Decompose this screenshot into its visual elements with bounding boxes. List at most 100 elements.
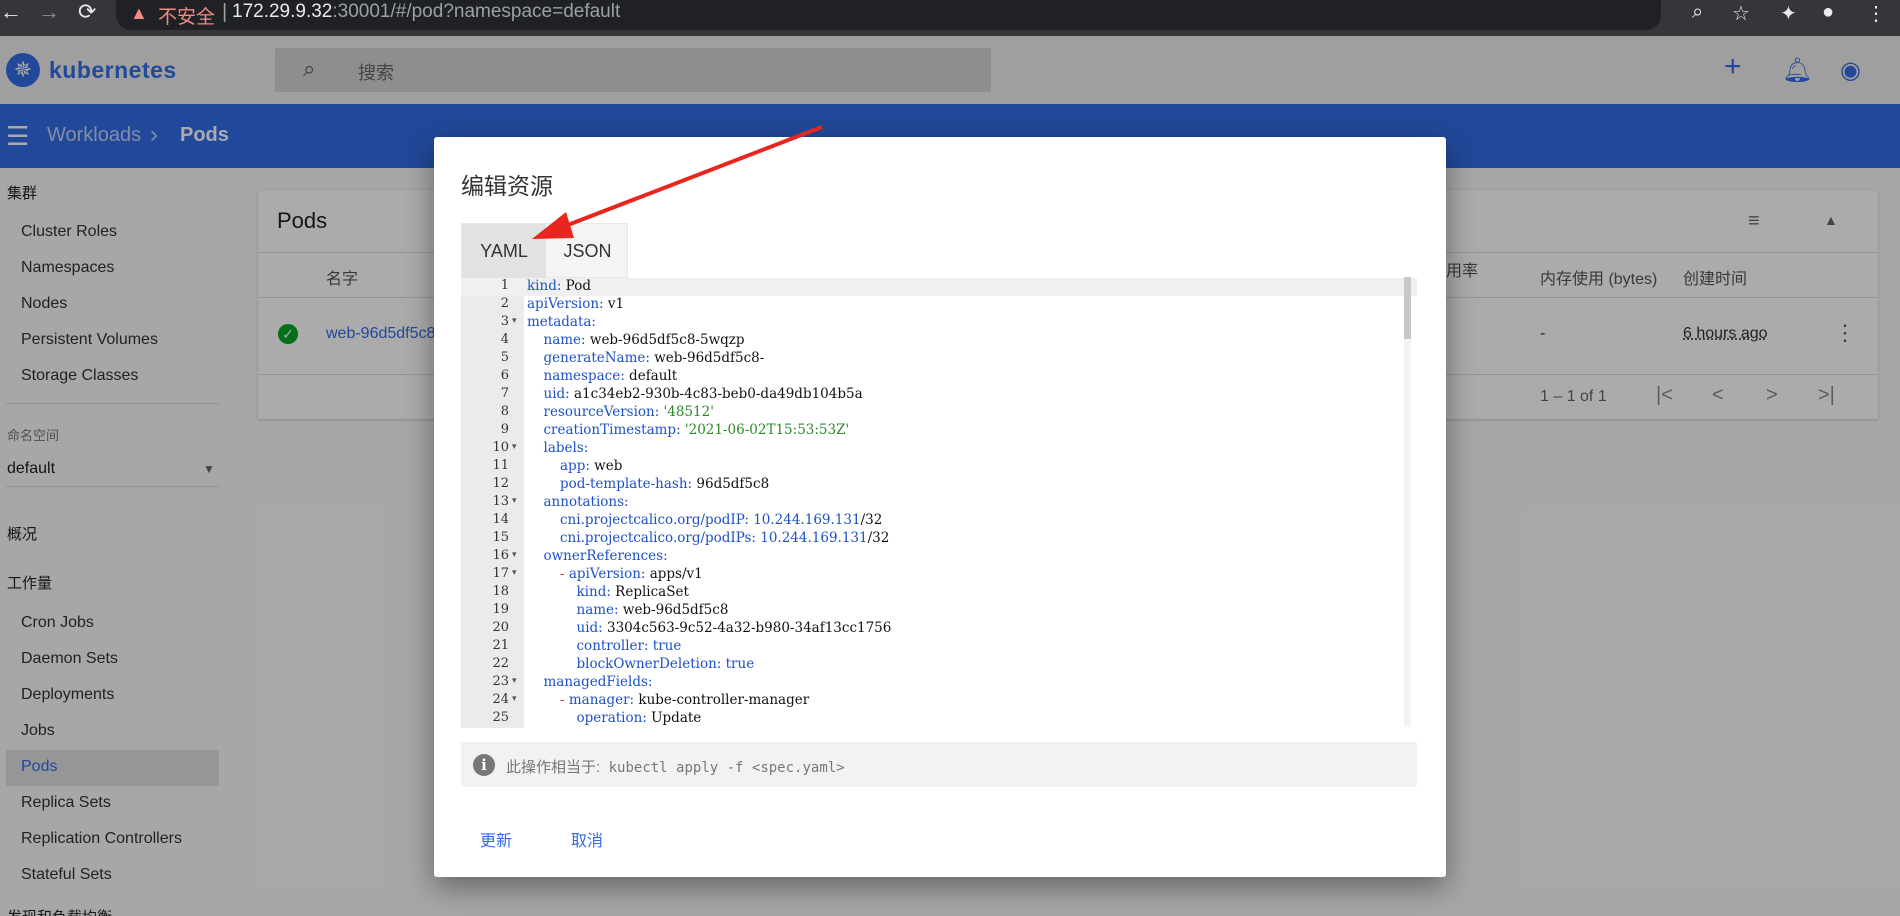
line-number: 3 [500, 314, 509, 329]
yaml-code[interactable]: operation: Update [577, 710, 702, 726]
fold-toggle-icon[interactable]: ▾ [512, 550, 517, 560]
yaml-code[interactable]: - apiVersion: apps/v1 [560, 566, 703, 582]
fold-toggle-icon[interactable]: ▾ [512, 568, 517, 578]
yaml-code[interactable]: pod-template-hash: 96d5df5c8 [560, 476, 769, 492]
yaml-line[interactable]: 3 ▾ metadata: [461, 314, 1417, 332]
yaml-code[interactable]: kind: ReplicaSet [577, 584, 689, 600]
yaml-code[interactable]: metadata: [527, 314, 596, 330]
address-separator: | [222, 1, 228, 23]
yaml-line[interactable]: 14 cni.projectcalico.org/podIP: 10.244.16… [461, 512, 1417, 530]
back-icon[interactable]: ← [0, 0, 22, 26]
yaml-line[interactable]: 19 name: web-96d5df5c8 [461, 602, 1417, 620]
line-number: 5 [500, 350, 509, 365]
yaml-line[interactable]: 12 pod-template-hash: 96d5df5c8 [461, 476, 1417, 494]
address-bar[interactable]: ▲ 不安全 | 172.29.9.32:30001/#/pod?namespac… [116, 0, 1661, 30]
tab-json[interactable]: JSON [546, 224, 629, 279]
line-number: 25 [492, 710, 509, 725]
fold-toggle-icon[interactable]: ▾ [512, 694, 517, 704]
yaml-code[interactable]: uid: a1c34eb2-930b-4c83-beb0-da49db104b5… [544, 386, 863, 402]
insecure-label[interactable]: 不安全 [158, 2, 215, 29]
line-number: 19 [492, 602, 509, 617]
yaml-line[interactable]: 2 apiVersion: v1 [461, 296, 1417, 314]
yaml-line[interactable]: 24 ▾ - manager: kube-controller-manager [461, 692, 1417, 710]
yaml-editor[interactable]: 1 kind: Pod 2 apiVersion: v1 3 ▾ metadata: 4 nam… [461, 278, 1417, 728]
yaml-code[interactable]: controller: true [577, 638, 682, 654]
yaml-code[interactable]: cni.projectcalico.org/podIP: 10.244.169.… [560, 512, 882, 528]
forward-icon[interactable]: → [38, 0, 60, 26]
zoom-icon[interactable]: ⌕ [1692, 1, 1703, 24]
line-number: 11 [492, 458, 509, 473]
yaml-code[interactable]: apiVersion: v1 [527, 296, 624, 312]
yaml-code[interactable]: uid: 3304c563-9c52-4a32-b980-34af13cc175… [577, 620, 892, 636]
yaml-code[interactable]: name: web-96d5df5c8 [577, 602, 729, 618]
line-number: 1 [500, 278, 509, 293]
yaml-line[interactable]: 11 app: web [461, 458, 1417, 476]
line-number: 17 [492, 566, 509, 581]
fold-toggle-icon[interactable]: ▾ [512, 496, 517, 506]
reload-icon[interactable]: ⟳ [78, 0, 96, 26]
browser-menu-icon[interactable]: ⋮ [1866, 1, 1886, 26]
yaml-code[interactable]: cni.projectcalico.org/podIPs: 10.244.169… [560, 530, 889, 546]
line-number: 23 [492, 674, 509, 689]
line-number: 20 [492, 620, 509, 635]
line-number: 12 [492, 476, 509, 491]
yaml-line[interactable]: 9 creationTimestamp: '2021-06-02T15:53:53… [461, 422, 1417, 440]
line-number: 2 [500, 296, 509, 311]
cancel-button[interactable]: 取消 [571, 827, 603, 851]
yaml-line[interactable]: 13 ▾ annotations: [461, 494, 1417, 512]
line-number: 18 [492, 584, 509, 599]
yaml-line[interactable]: 23 ▾ managedFields: [461, 674, 1417, 692]
dialog-title: 编辑资源 [461, 173, 553, 199]
line-number: 13 [492, 494, 509, 509]
line-number: 6 [500, 368, 509, 383]
yaml-line[interactable]: 20 uid: 3304c563-9c52-4a32-b980-34af13cc1… [461, 620, 1417, 638]
yaml-code[interactable]: labels: [544, 440, 589, 456]
yaml-line[interactable]: 17 ▾ - apiVersion: apps/v1 [461, 566, 1417, 584]
line-number: 8 [500, 404, 509, 419]
yaml-code[interactable]: annotations: [544, 494, 629, 510]
yaml-line[interactable]: 18 kind: ReplicaSet [461, 584, 1417, 602]
url-text[interactable]: 172.29.9.32:30001/#/pod?namespace=defaul… [232, 1, 620, 23]
tab-yaml[interactable]: YAML [462, 224, 546, 279]
yaml-code[interactable]: app: web [560, 458, 622, 474]
line-number: 16 [492, 548, 509, 563]
yaml-line[interactable]: 15 cni.projectcalico.org/podIPs: 10.244.1… [461, 530, 1417, 548]
extensions-icon[interactable]: ✦ [1780, 1, 1797, 26]
info-bar: i 此操作相当于: kubectl apply -f <spec.yaml> [461, 742, 1417, 787]
fold-toggle-icon[interactable]: ▾ [512, 316, 517, 326]
yaml-line[interactable]: 22 blockOwnerDeletion: true [461, 656, 1417, 674]
yaml-code[interactable]: managedFields: [544, 674, 653, 690]
yaml-line[interactable]: 8 resourceVersion: '48512' [461, 404, 1417, 422]
line-number: 21 [492, 638, 509, 653]
yaml-code[interactable]: kind: Pod [527, 278, 591, 294]
line-number: 9 [500, 422, 509, 437]
yaml-line[interactable]: 1 kind: Pod [461, 278, 1417, 296]
update-button[interactable]: 更新 [480, 827, 512, 851]
yaml-code[interactable]: blockOwnerDeletion: true [577, 656, 755, 672]
yaml-line[interactable]: 21 controller: true [461, 638, 1417, 656]
yaml-code[interactable]: - manager: kube-controller-manager [560, 692, 809, 708]
yaml-line[interactable]: 5 generateName: web-96d5df5c8- [461, 350, 1417, 368]
yaml-code[interactable]: creationTimestamp: '2021-06-02T15:53:53Z… [544, 422, 850, 438]
yaml-line[interactable]: 10 ▾ labels: [461, 440, 1417, 458]
editor-scrollbar-thumb[interactable] [1404, 277, 1411, 339]
bookmark-star-icon[interactable]: ☆ [1732, 1, 1750, 26]
yaml-code[interactable]: resourceVersion: '48512' [544, 404, 714, 420]
yaml-line[interactable]: 4 name: web-96d5df5c8-5wqzp [461, 332, 1417, 350]
yaml-code[interactable]: name: web-96d5df5c8-5wqzp [544, 332, 745, 348]
line-number: 24 [492, 692, 509, 707]
yaml-code[interactable]: namespace: default [544, 368, 678, 384]
warning-icon[interactable]: ▲ [130, 3, 148, 24]
edit-resource-dialog: 编辑资源 YAML JSON 1 kind: Pod 2 apiVersion: v1… [434, 137, 1446, 877]
browser-toolbar: ← → ⟳ ▲ 不安全 | 172.29.9.32:30001/#/pod?na… [0, 0, 1900, 36]
yaml-line[interactable]: 6 namespace: default [461, 368, 1417, 386]
yaml-code[interactable]: ownerReferences: [544, 548, 668, 564]
yaml-line[interactable]: 7 uid: a1c34eb2-930b-4c83-beb0-da49db104b… [461, 386, 1417, 404]
yaml-line[interactable]: 16 ▾ ownerReferences: [461, 548, 1417, 566]
profile-icon[interactable]: ● [1822, 1, 1834, 24]
editor-scrollbar-track[interactable] [1404, 277, 1411, 727]
fold-toggle-icon[interactable]: ▾ [512, 442, 517, 452]
yaml-line[interactable]: 25 operation: Update [461, 710, 1417, 728]
fold-toggle-icon[interactable]: ▾ [512, 676, 517, 686]
yaml-code[interactable]: generateName: web-96d5df5c8- [544, 350, 765, 366]
